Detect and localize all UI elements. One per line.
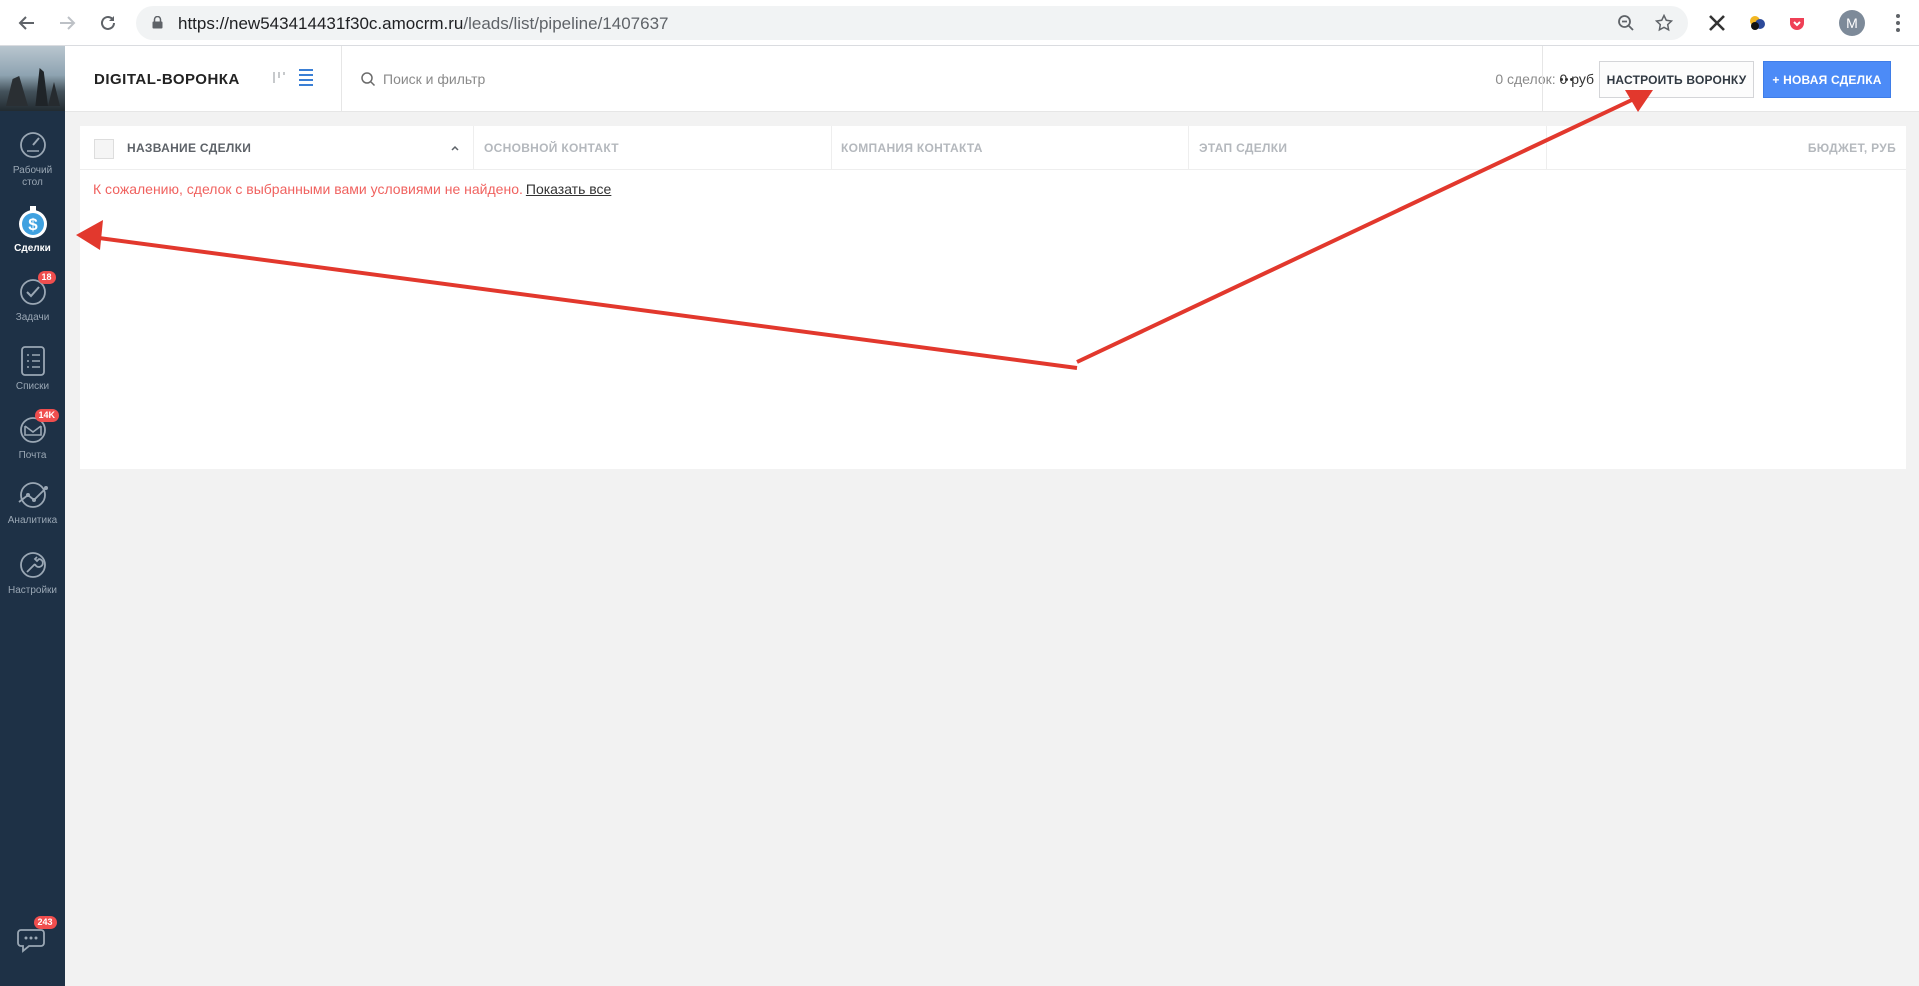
sidebar-item-lists[interactable]: Списки — [0, 344, 65, 393]
browser-menu-icon[interactable] — [1888, 10, 1908, 36]
column-header-budget[interactable]: БЮДЖЕТ, РУБ — [1808, 126, 1896, 170]
sidebar-item-label: Настройки — [7, 585, 58, 596]
sidebar-item-analytics[interactable]: Аналитика — [0, 478, 65, 527]
sidebar-item-label: Списки — [15, 381, 50, 392]
pipeline-title[interactable]: DIGITAL-ВОРОНКА — [94, 71, 240, 88]
lock-icon — [152, 16, 163, 29]
sidebar-item-label: Аналитика — [7, 515, 58, 526]
reload-icon[interactable] — [94, 9, 122, 37]
settings-wrench-icon — [16, 548, 50, 582]
forward-icon[interactable] — [53, 9, 81, 37]
sidebar-item-label: Почта — [18, 450, 47, 461]
column-header-deal-stage[interactable]: ЭТАП СДЕЛКИ — [1199, 126, 1287, 170]
browser-toolbar: https://new543414431f30c.amocrm.ru/leads… — [0, 0, 1919, 46]
sidebar-item-label: Рабочий стол — [12, 165, 53, 188]
column-header-main-contact[interactable]: ОСНОВНОЙ КОНТАКТ — [484, 126, 619, 170]
left-sidebar: Рабочий стол $ Сделки 18 Задачи Списки 1… — [0, 46, 65, 986]
deals-count: 0 сделок: 0 руб — [1495, 71, 1594, 87]
chat-badge: 243 — [33, 916, 57, 929]
empty-state-message: К сожалению, сделок с выбранными вами ус… — [93, 181, 612, 197]
setup-pipeline-button[interactable]: НАСТРОИТЬ ВОРОНКУ — [1599, 61, 1754, 98]
sidebar-item-tasks[interactable]: 18 Задачи — [0, 271, 65, 324]
mail-badge: 14K — [34, 409, 60, 422]
table-header: НАЗВАНИЕ СДЕЛКИ ОСНОВНОЙ КОНТАКТ КОМПАНИ… — [80, 126, 1906, 170]
tasks-check-icon: 18 — [16, 271, 56, 309]
column-header-contact-company[interactable]: КОМПАНИЯ КОНТАКТА — [841, 126, 983, 170]
kanban-view-icon[interactable] — [269, 66, 289, 88]
show-all-link[interactable]: Показать все — [526, 181, 611, 197]
divider — [1542, 46, 1543, 112]
dashboard-icon — [16, 128, 50, 162]
user-avatar[interactable] — [0, 46, 65, 111]
svg-text:$: $ — [28, 215, 38, 234]
search-input[interactable] — [383, 66, 803, 92]
search-icon — [361, 72, 376, 87]
select-all-checkbox[interactable] — [94, 139, 114, 159]
pipeline-topbar: DIGITAL-ВОРОНКА 0 сделок: 0 руб НАСТРОИТ… — [65, 46, 1919, 112]
sidebar-item-label: Сделки — [14, 243, 51, 254]
url-text: https://new543414431f30c.amocrm.ru/leads… — [178, 14, 669, 33]
address-bar[interactable]: https://new543414431f30c.amocrm.ru/leads… — [136, 6, 1688, 40]
zoom-icon[interactable] — [1616, 13, 1636, 33]
new-deal-button[interactable]: + НОВАЯ СДЕЛКА — [1763, 61, 1891, 98]
sidebar-item-dashboard[interactable]: Рабочий стол — [0, 128, 65, 189]
x-extension-icon[interactable] — [1704, 10, 1730, 36]
column-header-deal-name[interactable]: НАЗВАНИЕ СДЕЛКИ — [127, 126, 251, 170]
sidebar-item-label: Задачи — [15, 312, 50, 323]
analytics-icon — [16, 478, 50, 512]
pocket-extension-icon[interactable] — [1784, 10, 1810, 36]
back-icon[interactable] — [13, 9, 41, 37]
sidebar-item-mail[interactable]: 14K Почта — [0, 409, 65, 462]
chat-icon: 243 — [16, 916, 57, 956]
star-icon[interactable] — [1654, 13, 1674, 33]
divider — [341, 46, 342, 112]
sidebar-chat[interactable]: 243 — [0, 916, 65, 956]
color-extension-icon[interactable] — [1744, 10, 1770, 36]
more-options-button[interactable] — [1556, 72, 1576, 86]
lists-icon — [16, 344, 50, 378]
sort-asc-icon[interactable] — [450, 143, 460, 153]
profile-avatar[interactable]: M — [1839, 10, 1865, 36]
deals-table: НАЗВАНИЕ СДЕЛКИ ОСНОВНОЙ КОНТАКТ КОМПАНИ… — [80, 126, 1906, 469]
deals-dollar-icon: $ — [16, 206, 50, 240]
tasks-badge: 18 — [37, 271, 56, 284]
sidebar-item-settings[interactable]: Настройки — [0, 548, 65, 597]
sidebar-item-deals[interactable]: $ Сделки — [0, 206, 65, 255]
list-view-icon[interactable] — [299, 66, 319, 88]
mail-icon: 14K — [16, 409, 60, 447]
